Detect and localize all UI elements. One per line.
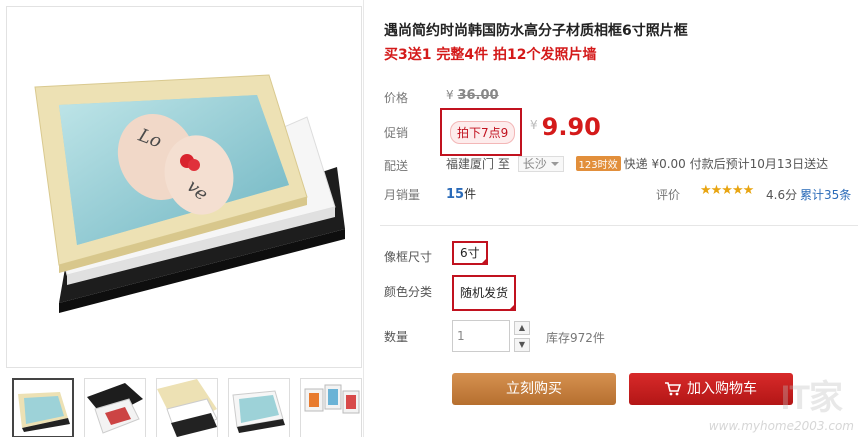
- destination-city: 长沙: [522, 157, 547, 171]
- delivery-timeliness-badge: 123时效: [575, 156, 621, 171]
- chevron-down-icon: [550, 162, 559, 166]
- shipping-to-label: 至: [497, 157, 510, 171]
- rating-label: 评价: [656, 188, 681, 202]
- promotion-tag: 拍下7点9: [450, 121, 516, 144]
- quantity-input[interactable]: 1: [452, 320, 510, 352]
- shipping-from: 福建厦门: [446, 157, 495, 171]
- thumbnail-1[interactable]: [12, 378, 74, 437]
- product-title: 遇尚简约时尚韩国防水高分子材质相框6寸照片框: [384, 23, 688, 39]
- buy-now-button[interactable]: 立刻购买: [452, 373, 616, 405]
- stock-count: 库存972件: [546, 331, 605, 345]
- price-label: 价格: [384, 91, 409, 105]
- shipping-label: 配送: [384, 159, 409, 173]
- shipping-row: 福建厦门 至 长沙 123时效 快递 ¥0.00 付款后预计10月13日送达: [446, 155, 828, 172]
- watermark-logo: IT家: [780, 379, 843, 417]
- frame-size-label: 像框尺寸: [384, 250, 433, 264]
- review-count-link[interactable]: 累计35条: [800, 186, 851, 203]
- product-page: Lo ve 遇尚简约时尚韩国防水高分子材质相框6寸照片框 买3送1 完整4件 拍…: [0, 0, 862, 437]
- rating-score: 4.6分: [766, 188, 798, 202]
- price-panel: 价格 ¥ 36.00 促销 拍下7点9 ¥9.90 配送 福建厦门 至 长沙 1…: [380, 73, 858, 215]
- quantity-decrease-button[interactable]: ▼: [514, 338, 530, 352]
- original-price: ¥ 36.00: [446, 88, 499, 103]
- watermark-url: www.myhome2003.com: [708, 419, 854, 433]
- thumbnail-strip: [12, 378, 364, 437]
- monthly-sales-label: 月销量: [384, 188, 421, 202]
- add-to-cart-label: 加入购物车: [687, 381, 757, 397]
- product-gallery: Lo ve: [6, 0, 364, 437]
- thumbnail-image-icon: [304, 384, 360, 414]
- main-product-image[interactable]: Lo ve: [6, 6, 362, 368]
- add-to-cart-button[interactable]: 加入购物车: [629, 373, 793, 405]
- shopping-cart-icon: [665, 382, 681, 396]
- color-category-option[interactable]: 随机发货: [452, 275, 517, 311]
- selected-check-icon: [479, 257, 488, 265]
- promotion-price-currency: ¥: [530, 118, 538, 132]
- thumbnail-image-icon: [87, 383, 143, 434]
- promotion-price: ¥9.90: [530, 113, 601, 141]
- photo-frame-illustration: Lo ve: [34, 74, 345, 313]
- selected-check-icon: [508, 303, 517, 311]
- promotion-highlight-box: 拍下7点9: [440, 108, 522, 156]
- active-thumbnail-indicator: [44, 378, 56, 379]
- thumbnail-5[interactable]: [300, 378, 362, 437]
- thumbnail-image-icon: [18, 392, 70, 432]
- section-divider: [380, 225, 858, 226]
- quantity-label: 数量: [384, 330, 409, 344]
- color-category-value: 随机发货: [460, 286, 509, 300]
- thumbnail-3[interactable]: [156, 378, 218, 437]
- monthly-sales-value: 15件: [446, 185, 476, 202]
- original-price-currency: ¥: [446, 88, 454, 102]
- thumbnail-2[interactable]: [84, 378, 146, 437]
- frame-size-value: 6寸: [460, 246, 480, 260]
- frame-size-option[interactable]: 6寸: [452, 241, 488, 265]
- original-price-value: 36.00: [457, 88, 499, 103]
- thumbnail-4[interactable]: [228, 378, 290, 437]
- destination-city-select[interactable]: 长沙: [517, 156, 564, 172]
- product-subtitle: 买3送1 完整4件 拍12个发照片墙: [384, 47, 597, 63]
- promotion-label: 促销: [384, 126, 409, 140]
- shipping-info: 快递 ¥0.00 付款后预计10月13日送达: [623, 157, 829, 171]
- thumbnail-image-icon: [157, 379, 217, 437]
- monthly-sales-unit: 件: [464, 187, 477, 201]
- thumbnail-image-icon: [232, 390, 285, 433]
- monthly-sales-count: 15: [446, 187, 465, 202]
- quantity-increase-button[interactable]: ▲: [514, 321, 530, 335]
- rating-stars-icon: ★★★★★: [700, 183, 754, 198]
- color-category-label: 颜色分类: [384, 285, 433, 299]
- promotion-price-value: 9.90: [541, 113, 601, 141]
